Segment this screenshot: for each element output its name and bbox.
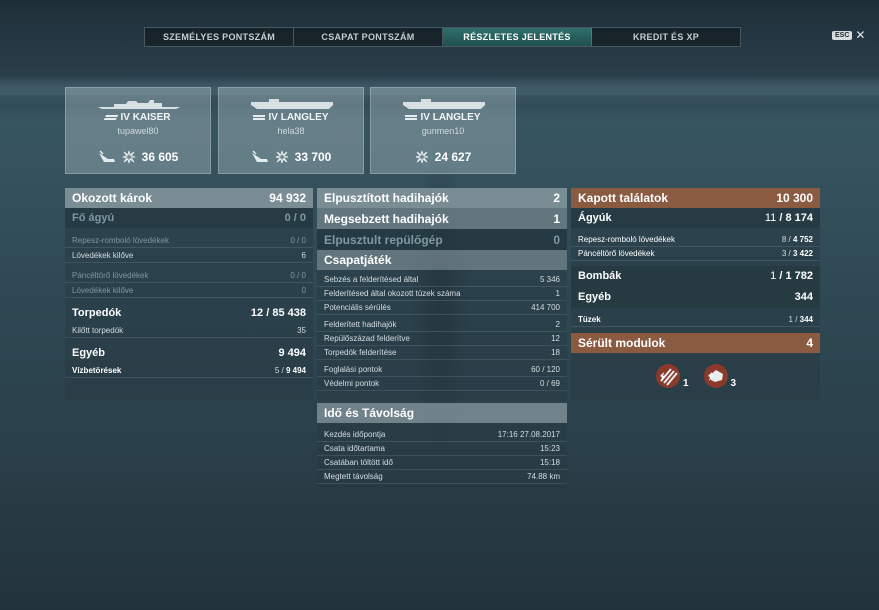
squadrons-spotted-row: Repülőszázad felderítve 12 bbox=[317, 332, 567, 346]
gun-turret-damaged-icon bbox=[703, 364, 728, 388]
ship-name: IV LANGLEY bbox=[219, 112, 363, 123]
spotting-fires-row: Felderítésed által okozott tüzek száma 1 bbox=[317, 287, 567, 301]
torpedoes-fired-row: Kilőtt torpedók 35 bbox=[65, 323, 313, 338]
time-in-battle-row: Csatában töltött idő 15:18 bbox=[317, 456, 567, 470]
torpedoes-row: Torpedók 12 / 85 438 bbox=[72, 307, 306, 319]
flooding-row: Vízbetörések 5 / 9 494 bbox=[65, 363, 313, 378]
player-name: tupawel80 bbox=[117, 126, 159, 136]
damage-icon bbox=[415, 150, 428, 164]
torpedo-hit-icon bbox=[251, 150, 268, 162]
ships-spotted-row: Felderített hadihajók 2 bbox=[317, 318, 567, 332]
torpedoes-spotted-row: Torpedók felderítése 18 bbox=[317, 346, 567, 360]
carrier-silhouette-icon bbox=[403, 99, 485, 109]
tab-team-score[interactable]: CSAPAT PONTSZÁM bbox=[294, 28, 443, 46]
capture-points-row: Foglalási pontok 60 / 120 bbox=[317, 363, 567, 377]
player-card: IV LANGLEY hela38 33 700 bbox=[218, 87, 364, 174]
ships-destroyed-row: Elpusztított hadihajók 2 bbox=[317, 188, 567, 208]
hits-received-header: Kapott találatok 10 300 bbox=[571, 188, 820, 208]
close-icon[interactable]: ✕ bbox=[855, 29, 865, 41]
damage-value: 33 700 bbox=[294, 150, 332, 164]
planes-destroyed-row: Elpusztult repülőgép 0 bbox=[317, 229, 567, 250]
module-item: 1 bbox=[655, 363, 689, 389]
player-stats: 36 605 bbox=[66, 150, 210, 164]
player-stats: 24 627 bbox=[371, 150, 515, 164]
ship-name: IV KAISER bbox=[66, 112, 210, 123]
spotting-damage-row: Sebzés a felderítésed által 5 346 bbox=[317, 273, 567, 287]
battleship-silhouette-icon bbox=[98, 100, 180, 109]
he-fired-row: Lövedékek kilőve 6 bbox=[65, 248, 313, 263]
tab-bar: SZEMÉLYES PONTSZÁM CSAPAT PONTSZÁM RÉSZL… bbox=[144, 27, 741, 47]
potential-damage-row: Potenciális sérülés 414 700 bbox=[317, 301, 567, 315]
bombs-received-row: Bombák 1 / 1 782 bbox=[571, 266, 820, 286]
guns-received-row: Ágyúk 11 / 8 174 bbox=[571, 208, 820, 228]
player-stats: 33 700 bbox=[219, 150, 363, 164]
time-distance-header: Idő és Távolság bbox=[317, 403, 567, 423]
damage-value: 24 627 bbox=[434, 150, 472, 164]
player-name: hela38 bbox=[277, 126, 305, 136]
damage-icon bbox=[275, 150, 288, 164]
start-time-row: Kezdés időpontja 17:16 27.08.2017 bbox=[317, 428, 567, 442]
module-count: 3 bbox=[730, 378, 737, 389]
player-name: gunmen10 bbox=[421, 126, 465, 136]
esc-close-button[interactable]: ESC ✕ bbox=[832, 29, 865, 41]
other-damage-row: Egyéb 9 494 bbox=[72, 347, 306, 359]
he-shells-row: Repesz-romboló lövedékek 0 / 0 bbox=[65, 233, 313, 248]
damaged-modules-header: Sérült modulok 4 bbox=[571, 333, 820, 353]
module-item: 3 bbox=[703, 363, 737, 389]
torpedo-hit-icon bbox=[98, 150, 115, 162]
ap-received-row: Páncéltörő lövedékek 3 / 3 422 bbox=[571, 247, 820, 261]
battle-summary-panel: Elpusztított hadihajók 2 Megsebzett hadih… bbox=[317, 188, 567, 401]
damage-received-panel: Kapott találatok 10 300 Ágyúk 11 / 8 174 … bbox=[571, 188, 820, 400]
esc-key-label: ESC bbox=[832, 30, 853, 40]
torpedo-tubes-damaged-icon bbox=[655, 364, 680, 388]
carrier-silhouette-icon bbox=[251, 99, 333, 109]
other-received-row: Egyéb 344 bbox=[571, 286, 820, 308]
defense-points-row: Védelmi pontok 0 / 69 bbox=[317, 377, 567, 391]
he-received-row: Repesz-romboló lövedékek 8 / 4 752 bbox=[571, 233, 820, 247]
player-card: IV KAISER tupawel80 36 605 bbox=[65, 87, 211, 174]
damaged-modules-list: 1 3 bbox=[571, 353, 820, 389]
fires-received-row: Tüzek 1 / 344 bbox=[571, 313, 820, 327]
damage-value: 36 605 bbox=[141, 150, 179, 164]
tab-personal-score[interactable]: SZEMÉLYES PONTSZÁM bbox=[145, 28, 294, 46]
module-count: 1 bbox=[682, 378, 689, 389]
carrier-icon bbox=[253, 114, 266, 120]
ap-shells-row: Páncéltörő lövedékek 0 / 0 bbox=[65, 268, 313, 283]
damage-dealt-panel: Okozott károk 94 932 Fő ágyú 0 / 0 Repesz-… bbox=[65, 188, 313, 400]
main-battery-row: Fő ágyú 0 / 0 bbox=[65, 208, 313, 228]
ship-name: IV LANGLEY bbox=[371, 112, 515, 123]
player-card: IV LANGLEY gunmen10 24 627 bbox=[370, 87, 516, 174]
time-distance-panel: Idő és Távolság Kezdés időpontja 17:16 27… bbox=[317, 403, 567, 489]
battle-duration-row: Csata időtartama 15:23 bbox=[317, 442, 567, 456]
ap-fired-row: Lövedékek kilőve 0 bbox=[65, 283, 313, 298]
battleship-icon bbox=[104, 114, 119, 120]
tab-detailed-report[interactable]: RÉSZLETES JELENTÉS bbox=[443, 28, 592, 46]
teamplay-header: Csapatjáték bbox=[317, 250, 567, 270]
ships-damaged-row: Megsebzett hadihajók 1 bbox=[317, 208, 567, 229]
damage-icon bbox=[122, 150, 135, 164]
carrier-icon bbox=[405, 114, 418, 120]
tab-credit-xp[interactable]: KREDIT ÉS XP bbox=[592, 28, 740, 46]
distance-row: Megtett távolság 74.88 km bbox=[317, 470, 567, 484]
damage-dealt-header: Okozott károk 94 932 bbox=[65, 188, 313, 208]
